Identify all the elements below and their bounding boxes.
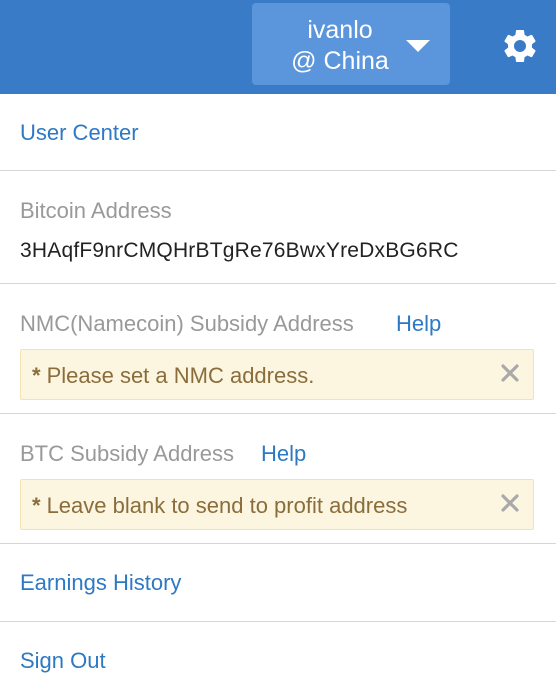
top-bar: ivanlo @ China [0, 0, 556, 94]
warning-star: * [32, 493, 41, 518]
btc-subsidy-help-link[interactable]: Help [261, 441, 306, 467]
bitcoin-address-section: Bitcoin Address 3HAqfF9nrCMQHrBTgRe76Bwx… [0, 171, 556, 284]
nmc-address-section: NMC(Namecoin) Subsidy Address Help * Plea… [0, 284, 556, 414]
menu-item-user-center: User Center [0, 94, 556, 171]
earnings-history-link[interactable]: Earnings History [20, 570, 181, 596]
user-center-link[interactable]: User Center [20, 120, 139, 146]
close-icon[interactable] [499, 362, 521, 384]
nmc-address-label: NMC(Namecoin) Subsidy Address [20, 311, 354, 336]
bitcoin-address-label: Bitcoin Address [20, 198, 172, 223]
bitcoin-address-value: 3HAqfF9nrCMQHrBTgRe76BwxYreDxBG6RC [20, 239, 459, 262]
nmc-help-link[interactable]: Help [396, 311, 441, 337]
btc-subsidy-address-section: BTC Subsidy Address Help * Leave blank to… [0, 414, 556, 544]
btc-subsidy-warning-text: Leave blank to send to profit address [46, 493, 408, 518]
caret-down-icon [406, 40, 430, 52]
username: ivanlo [307, 16, 373, 44]
user-label: ivanlo @ China [278, 15, 402, 77]
close-icon[interactable] [499, 492, 521, 514]
gear-icon[interactable] [500, 26, 540, 66]
btc-subsidy-label: BTC Subsidy Address [20, 441, 234, 466]
menu-item-sign-out: Sign Out [0, 622, 556, 686]
user-menu-panel: User Center Bitcoin Address 3HAqfF9nrCMQ… [0, 94, 556, 686]
menu-item-earnings-history: Earnings History [0, 544, 556, 622]
user-region: @ China [291, 47, 389, 75]
warning-star: * [32, 363, 41, 388]
nmc-warning-alert: * Please set a NMC address. [20, 349, 534, 400]
btc-subsidy-warning-alert: * Leave blank to send to profit address [20, 479, 534, 530]
nmc-warning-text: Please set a NMC address. [46, 363, 315, 388]
sign-out-link[interactable]: Sign Out [20, 648, 106, 674]
user-dropdown-button[interactable]: ivanlo @ China [252, 3, 450, 85]
